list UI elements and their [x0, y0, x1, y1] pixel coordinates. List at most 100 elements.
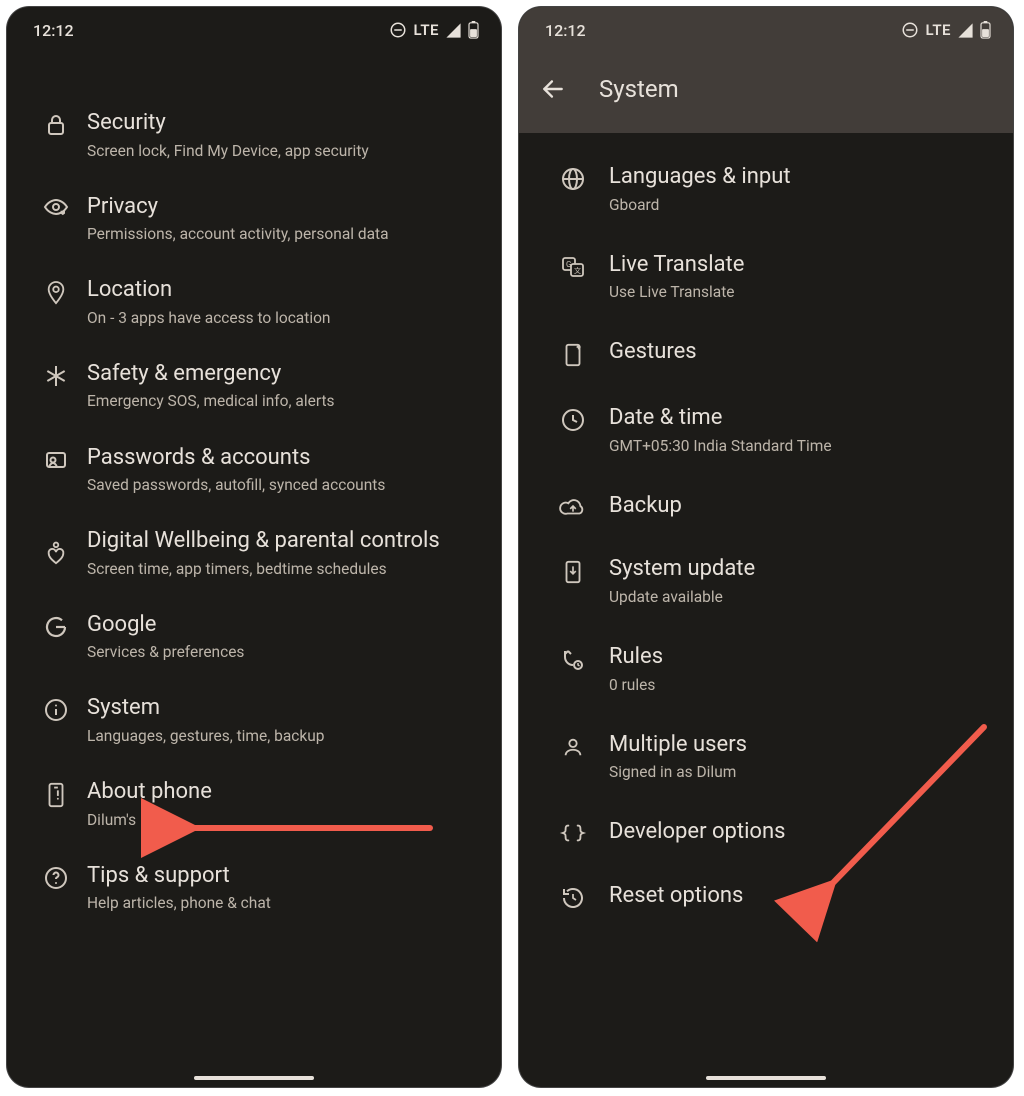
row-system[interactable]: System Languages, gestures, time, backup: [7, 678, 501, 762]
lock-icon: [25, 109, 87, 137]
device-icon: [25, 778, 87, 808]
row-title: Backup: [609, 492, 995, 520]
row-sub: Update available: [609, 587, 995, 607]
row-title: Privacy: [87, 193, 483, 221]
download-device-icon: [537, 555, 609, 585]
braces-icon: [537, 818, 609, 844]
cloud-up-icon: [537, 492, 609, 518]
row-live-translate[interactable]: G文 Live Translate Use Live Translate: [519, 233, 1013, 321]
row-sub: 0 rules: [609, 675, 995, 695]
row-sub: Dilum's Pixel: [87, 810, 483, 830]
network-label: LTE: [925, 21, 951, 39]
row-title: Developer options: [609, 818, 995, 846]
row-sub: Languages, gestures, time, backup: [87, 726, 483, 746]
screenshot-left-settings: 12:12 LTE Security Screen lock, Find My …: [7, 7, 501, 1087]
network-label: LTE: [413, 21, 439, 39]
row-title: Security: [87, 109, 483, 137]
page-title: System: [599, 75, 679, 103]
dnd-icon: [901, 21, 919, 39]
screenshot-right-system: 12:12 LTE System Languages & input Gboar…: [519, 7, 1013, 1087]
row-title: Rules: [609, 643, 995, 671]
row-tips[interactable]: Tips & support Help articles, phone & ch…: [7, 846, 501, 930]
row-sub: Permissions, account activity, personal …: [87, 224, 483, 244]
gesture-nav-bar[interactable]: [519, 1076, 1013, 1080]
battery-icon: [980, 21, 991, 39]
row-title: Gestures: [609, 338, 995, 366]
arrow-back-icon: [540, 76, 566, 102]
help-icon: [25, 862, 87, 890]
svg-text:文: 文: [574, 266, 581, 275]
row-title: Tips & support: [87, 862, 483, 890]
status-time: 12:12: [33, 21, 74, 40]
row-wellbeing[interactable]: Digital Wellbeing & parental controls Sc…: [7, 511, 501, 595]
row-system-update[interactable]: System update Update available: [519, 537, 1013, 625]
pin-icon: [25, 276, 87, 306]
row-gestures[interactable]: Gestures: [519, 320, 1013, 386]
clock-icon: [537, 404, 609, 432]
battery-icon: [468, 21, 479, 39]
row-rules[interactable]: Rules 0 rules: [519, 625, 1013, 713]
row-title: Live Translate: [609, 251, 995, 279]
status-bar: 12:12 LTE: [519, 7, 1013, 53]
rules-icon: [537, 643, 609, 671]
globe-icon: [537, 163, 609, 191]
row-safety[interactable]: Safety & emergency Emergency SOS, medica…: [7, 344, 501, 428]
eye-shield-icon: [25, 193, 87, 221]
row-sub: Emergency SOS, medical info, alerts: [87, 391, 483, 411]
row-title: Safety & emergency: [87, 360, 483, 388]
row-sub: Gboard: [609, 195, 995, 215]
row-title: Reset options: [609, 882, 995, 910]
row-title: About phone: [87, 778, 483, 806]
translate-icon: G文: [537, 251, 609, 279]
dnd-icon: [389, 21, 407, 39]
row-sub: Services & preferences: [87, 642, 483, 662]
heart-person-icon: [25, 527, 87, 567]
row-privacy[interactable]: Privacy Permissions, account activity, p…: [7, 177, 501, 261]
row-sub: Screen lock, Find My Device, app securit…: [87, 141, 483, 161]
row-sub: Screen time, app timers, bedtime schedul…: [87, 559, 483, 579]
row-sub: On - 3 apps have access to location: [87, 308, 483, 328]
row-title: Date & time: [609, 404, 995, 432]
status-time: 12:12: [545, 21, 586, 40]
row-reset-options[interactable]: Reset options: [519, 864, 1013, 928]
status-indicators: LTE: [389, 21, 479, 39]
row-title: Languages & input: [609, 163, 995, 191]
status-indicators: LTE: [901, 21, 991, 39]
row-sub: Use Live Translate: [609, 282, 995, 302]
row-sub: Saved passwords, autofill, synced accoun…: [87, 475, 483, 495]
row-about-phone[interactable]: About phone Dilum's Pixel: [7, 762, 501, 846]
row-developer-options[interactable]: Developer options: [519, 800, 1013, 864]
gesture-nav-bar[interactable]: [7, 1076, 501, 1080]
info-icon: [25, 694, 87, 722]
row-security[interactable]: Security Screen lock, Find My Device, ap…: [7, 93, 501, 177]
row-location[interactable]: Location On - 3 apps have access to loca…: [7, 260, 501, 344]
row-sub: GMT+05:30 India Standard Time: [609, 436, 995, 456]
restore-icon: [537, 882, 609, 910]
system-list: Languages & input Gboard G文 Live Transla…: [519, 133, 1013, 928]
row-title: System: [87, 694, 483, 722]
back-button[interactable]: [539, 75, 567, 103]
person-icon: [537, 731, 609, 759]
row-multiple-users[interactable]: Multiple users Signed in as Dilum: [519, 713, 1013, 801]
signal-icon: [445, 22, 462, 39]
row-passwords[interactable]: Passwords & accounts Saved passwords, au…: [7, 428, 501, 512]
row-title: System update: [609, 555, 995, 583]
row-title: Location: [87, 276, 483, 304]
svg-text:G: G: [566, 260, 571, 269]
signal-icon: [957, 22, 974, 39]
google-icon: [25, 611, 87, 639]
row-backup[interactable]: Backup: [519, 474, 1013, 538]
row-title: Digital Wellbeing & parental controls: [87, 527, 483, 555]
row-date-time[interactable]: Date & time GMT+05:30 India Standard Tim…: [519, 386, 1013, 474]
status-bar: 12:12 LTE: [7, 7, 501, 53]
key-account-icon: [25, 444, 87, 472]
asterisk-icon: [25, 360, 87, 388]
row-languages[interactable]: Languages & input Gboard: [519, 145, 1013, 233]
row-title: Multiple users: [609, 731, 995, 759]
row-google[interactable]: Google Services & preferences: [7, 595, 501, 679]
phone-gesture-icon: [537, 338, 609, 368]
row-title: Google: [87, 611, 483, 639]
settings-list: Security Screen lock, Find My Device, ap…: [7, 53, 501, 929]
row-sub: Help articles, phone & chat: [87, 893, 483, 913]
row-title: Passwords & accounts: [87, 444, 483, 472]
